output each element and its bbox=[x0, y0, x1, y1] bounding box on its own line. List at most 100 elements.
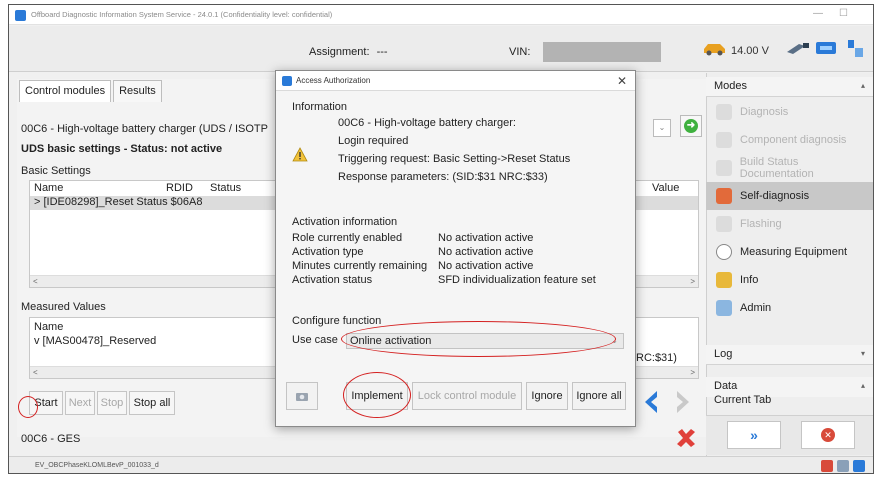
status-bar: EV_OBCPhaseKLOMLBevP_001033_d bbox=[9, 456, 873, 473]
self-diagnosis-icon bbox=[716, 188, 732, 204]
nrc-fragment: RC:$31) bbox=[636, 352, 677, 364]
status-path: EV_OBCPhaseKLOMLBevP_001033_d bbox=[35, 462, 159, 469]
access-authorization-dialog: Access Authorization ✕ Information 00C6 … bbox=[275, 70, 636, 427]
title-bar: Offboard Diagnostic Information System S… bbox=[9, 5, 873, 25]
info-login-required: Login required bbox=[338, 135, 409, 147]
log-header[interactable]: Log ▾ bbox=[706, 345, 873, 365]
stop-button[interactable]: Stop bbox=[97, 391, 127, 415]
exit-icon[interactable] bbox=[821, 460, 833, 472]
component-icon bbox=[716, 132, 732, 148]
go-button[interactable]: ➜ bbox=[680, 115, 702, 137]
col-value: Value bbox=[652, 182, 680, 194]
activation-value: No activation active bbox=[438, 260, 534, 272]
info-icon bbox=[716, 272, 732, 288]
mode-component-diagnosis[interactable]: Component diagnosis bbox=[706, 126, 873, 154]
car-battery-icon bbox=[704, 44, 725, 56]
activation-label: Activation type bbox=[292, 246, 364, 258]
vin-value-redacted bbox=[543, 42, 661, 62]
mode-info[interactable]: Info bbox=[706, 266, 873, 294]
module-title: 00C6 - High-voltage battery charger (UDS… bbox=[21, 123, 268, 135]
main-tabs: Control modules Results bbox=[19, 80, 164, 102]
mode-admin[interactable]: Admin bbox=[706, 294, 873, 322]
flashing-icon bbox=[716, 216, 732, 232]
assignment-value: --- bbox=[376, 46, 388, 58]
diagnostic-plug-icon[interactable] bbox=[785, 40, 811, 56]
next-mode-button[interactable]: » bbox=[727, 421, 781, 449]
camera-icon bbox=[296, 393, 308, 401]
mode-label: Info bbox=[740, 274, 759, 286]
dialog-title-bar: Access Authorization ✕ bbox=[276, 71, 635, 91]
expand-chevron-icon[interactable]: ▴ bbox=[861, 381, 865, 390]
back-arrow-icon[interactable] bbox=[641, 389, 663, 415]
expand-chevron-icon[interactable]: ▾ bbox=[861, 349, 865, 358]
toolbar: Assignment: --- VIN: 14.00 V bbox=[9, 26, 873, 72]
ignore-button[interactable]: Ignore bbox=[526, 382, 568, 410]
mode-label: Diagnosis bbox=[740, 106, 789, 118]
tab-results[interactable]: Results bbox=[113, 80, 162, 102]
mode-diagnosis[interactable]: Diagnosis bbox=[706, 98, 873, 126]
row-name: > [IDE08298]_Reset Status $06A8 bbox=[34, 196, 203, 208]
double-chevron-right-icon: » bbox=[750, 427, 758, 443]
uds-status: UDS basic settings - Status: not active bbox=[21, 143, 223, 155]
activation-label: Role currently enabled bbox=[292, 232, 403, 244]
annotation-ellipse-implement bbox=[343, 372, 411, 418]
stop-all-button[interactable]: Stop all bbox=[129, 391, 175, 415]
settings-icon[interactable] bbox=[837, 460, 849, 472]
data-header-label: Data bbox=[714, 380, 738, 392]
configure-function-label: Configure function bbox=[292, 315, 382, 327]
ignore-all-button[interactable]: Ignore all bbox=[572, 382, 626, 410]
admin-icon bbox=[716, 300, 732, 316]
mode-label: Build Status Documentation bbox=[739, 156, 814, 180]
col-status: Status bbox=[210, 182, 242, 194]
next-button[interactable]: Next bbox=[65, 391, 95, 415]
dialog-close-icon[interactable]: ✕ bbox=[617, 74, 627, 88]
activation-value: No activation active bbox=[438, 232, 534, 244]
status-module: 00C6 - GES bbox=[21, 433, 81, 445]
document-icon bbox=[716, 160, 732, 176]
info-triggering: Triggering request: Basic Setting->Reset… bbox=[338, 153, 571, 165]
dialog-title: Access Authorization bbox=[296, 76, 371, 85]
modes-header-label: Modes bbox=[714, 80, 748, 92]
cancel-x-icon[interactable] bbox=[675, 427, 697, 449]
mode-label: Self-diagnosis bbox=[740, 190, 810, 202]
activation-label: Activation status bbox=[292, 274, 373, 286]
app-icon bbox=[15, 10, 26, 21]
lock-control-module-button[interactable]: Lock control module bbox=[412, 382, 522, 410]
minimize-button[interactable]: — bbox=[813, 8, 823, 19]
module-combo-chevron-icon[interactable]: ⌄ bbox=[653, 119, 671, 137]
modes-header[interactable]: Modes ▴ bbox=[706, 77, 873, 97]
mode-build-status[interactable]: Build Status Documentation bbox=[706, 154, 873, 182]
assignment-label: Assignment: bbox=[309, 46, 370, 58]
close-session-button[interactable]: ✕ bbox=[801, 421, 855, 449]
info-module: 00C6 - High-voltage battery charger: bbox=[338, 117, 516, 129]
mode-measuring-equipment[interactable]: Measuring Equipment bbox=[706, 238, 873, 266]
annotation-circle-start bbox=[18, 396, 38, 418]
mv-row[interactable]: v [MAS00478]_Reserved bbox=[34, 335, 156, 347]
annotation-ellipse-use-case bbox=[341, 321, 616, 357]
user-network-icon[interactable] bbox=[845, 38, 865, 60]
mode-flashing[interactable]: Flashing bbox=[706, 210, 873, 238]
dialog-app-icon bbox=[282, 76, 292, 86]
mode-label: Admin bbox=[740, 302, 772, 314]
help-icon[interactable] bbox=[853, 460, 865, 472]
network-icon[interactable] bbox=[815, 40, 837, 56]
information-label: Information bbox=[292, 101, 348, 113]
collapse-chevron-icon[interactable]: ▴ bbox=[861, 81, 865, 90]
mv-col-name: Name bbox=[34, 321, 64, 333]
tab-control-modules[interactable]: Control modules bbox=[19, 80, 112, 102]
diagnosis-icon bbox=[716, 104, 732, 120]
measured-values-label: Measured Values bbox=[21, 301, 106, 313]
use-case-label: Use case bbox=[292, 334, 338, 346]
col-name: Name bbox=[34, 182, 64, 194]
current-tab-label: Current Tab bbox=[714, 394, 772, 406]
window-title: Offboard Diagnostic Information System S… bbox=[31, 10, 333, 19]
forward-arrow-icon[interactable] bbox=[671, 389, 693, 415]
mode-label: Flashing bbox=[740, 218, 782, 230]
voltage-readout: 14.00 V bbox=[731, 45, 769, 57]
mode-self-diagnosis[interactable]: Self-diagnosis bbox=[706, 182, 873, 210]
close-circle-icon: ✕ bbox=[821, 428, 835, 442]
log-header-label: Log bbox=[714, 348, 733, 360]
maximize-button[interactable]: ☐ bbox=[839, 8, 848, 19]
camera-button[interactable] bbox=[286, 382, 318, 410]
col-rdid: RDID bbox=[166, 182, 193, 194]
